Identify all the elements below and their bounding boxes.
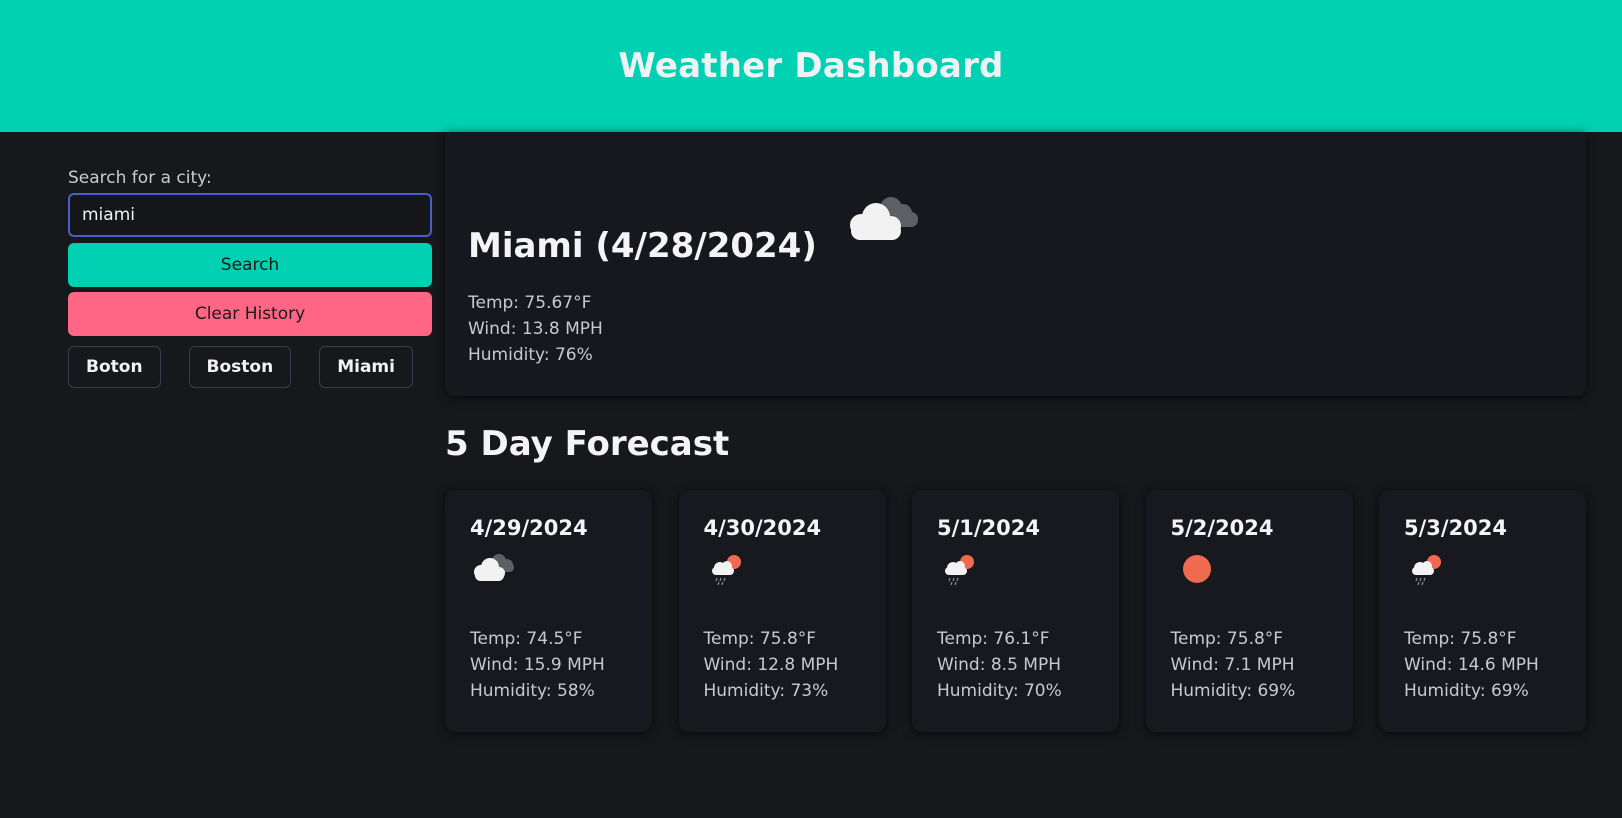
rain-sun-icon xyxy=(1404,550,1586,592)
forecast-wind: Wind: 15.9 MPH xyxy=(470,655,605,675)
current-wind: Wind: 13.8 MPH xyxy=(468,319,603,339)
forecast-date: 5/1/2024 xyxy=(937,516,1041,540)
forecast-list: 4/29/2024 Temp: 74.5°F Wind: 15.9 MPH Hu… xyxy=(445,490,1586,732)
cloudy-icon xyxy=(470,550,652,592)
forecast-wind: Wind: 12.8 MPH xyxy=(703,655,839,675)
current-city-title: Miami (4/28/2024) xyxy=(468,226,817,266)
forecast-temp: Temp: 75.8°F xyxy=(1404,629,1517,649)
forecast-humidity: Humidity: 58% xyxy=(470,681,595,701)
forecast-wind: Wind: 8.5 MPH xyxy=(937,655,1061,675)
forecast-date: 4/29/2024 xyxy=(470,516,588,540)
forecast-humidity: Humidity: 69% xyxy=(1170,681,1296,701)
search-sidebar: Search for a city: Search Clear History … xyxy=(68,168,432,388)
forecast-temp: Temp: 76.1°F xyxy=(937,629,1050,649)
search-input[interactable] xyxy=(68,193,432,237)
cloudy-icon xyxy=(841,192,921,248)
forecast-humidity: Humidity: 69% xyxy=(1404,681,1529,701)
forecast-card: 5/1/2024 Temp: 76.1°F Wind: 8.5 MPH Humi… xyxy=(912,490,1119,732)
forecast-card: 5/2/2024 Temp: 75.8°F Wind: 7.1 MPH Humi… xyxy=(1145,490,1353,732)
forecast-card: 4/29/2024 Temp: 74.5°F Wind: 15.9 MPH Hu… xyxy=(445,490,652,732)
current-temp: Temp: 75.67°F xyxy=(468,293,592,313)
rain-sun-icon xyxy=(704,550,886,592)
forecast-wind: Wind: 7.1 MPH xyxy=(1170,655,1295,675)
rain-sun-icon xyxy=(937,550,1119,592)
current-humidity: Humidity: 76% xyxy=(468,345,593,365)
main-area: Search for a city: Search Clear History … xyxy=(0,132,1622,818)
sun-icon xyxy=(1171,550,1353,592)
current-stats: Temp: 75.67°F Wind: 13.8 MPH Humidity: 7… xyxy=(468,290,1586,368)
current-weather-card: Miami (4/28/2024) Temp: 75.67°F Wind: 13… xyxy=(445,132,1586,396)
forecast-temp: Temp: 75.8°F xyxy=(1170,629,1284,649)
forecast-humidity: Humidity: 73% xyxy=(703,681,829,701)
history-button-boston[interactable]: Boston xyxy=(188,346,292,388)
forecast-wind: Wind: 14.6 MPH xyxy=(1404,655,1539,675)
forecast-temp: Temp: 74.5°F xyxy=(470,629,583,649)
forecast-date: 4/30/2024 xyxy=(703,516,822,540)
history-button-miami[interactable]: Miami xyxy=(319,346,413,388)
forecast-heading: 5 Day Forecast xyxy=(445,424,730,464)
page-title: Weather Dashboard xyxy=(618,46,1004,86)
forecast-card: 4/30/2024 Temp: 75.8°F Wind: 12.8 MPH Hu… xyxy=(678,490,886,732)
clear-history-button[interactable]: Clear History xyxy=(68,292,432,336)
forecast-card: 5/3/2024 Temp: 75.8°F Wind: 14.6 MPH Hum… xyxy=(1379,490,1586,732)
history-button-boton[interactable]: Boton xyxy=(68,346,161,388)
search-label: Search for a city: xyxy=(68,168,212,188)
search-button[interactable]: Search xyxy=(68,243,432,287)
forecast-humidity: Humidity: 70% xyxy=(937,681,1062,701)
forecast-temp: Temp: 75.8°F xyxy=(703,629,817,649)
page-header: Weather Dashboard xyxy=(0,0,1622,132)
forecast-date: 5/3/2024 xyxy=(1404,516,1508,540)
search-history: Boton Boston Miami xyxy=(68,346,432,388)
forecast-date: 5/2/2024 xyxy=(1170,516,1274,540)
